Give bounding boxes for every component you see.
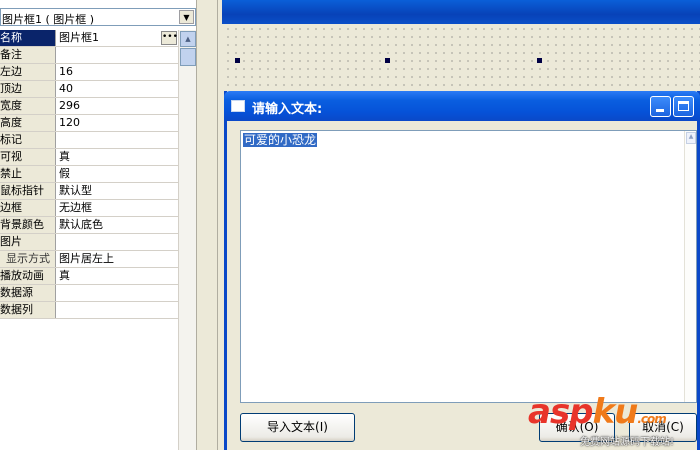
property-row-height[interactable]: 高度 120 (0, 115, 178, 132)
property-row-remark[interactable]: 备注 (0, 47, 178, 64)
property-scrollbar[interactable]: ▲ (178, 30, 196, 450)
property-value[interactable]: 真 (57, 268, 178, 284)
scroll-up-icon[interactable]: ▲ (686, 132, 696, 144)
property-panel: 图片框1 ( 图片框 ) ▼ 名称 图片框1 ••• 备注 左边 16 顶边 4… (0, 0, 196, 450)
property-value[interactable] (57, 47, 178, 63)
property-row-datacolumn[interactable]: 数据列 (0, 302, 178, 319)
property-grid: 名称 图片框1 ••• 备注 左边 16 顶边 40 宽度 296 高度 120… (0, 30, 178, 319)
property-row-left[interactable]: 左边 16 (0, 64, 178, 81)
object-selector-value: 图片框1 ( 图片框 ) (2, 13, 95, 26)
property-label: 高度 (0, 115, 56, 131)
property-row-border[interactable]: 边框 无边框 (0, 200, 178, 217)
property-row-tag[interactable]: 标记 (0, 132, 178, 149)
watermark-logo: aspku.com (528, 392, 667, 439)
watermark-logo-part: asp (528, 392, 594, 432)
property-label: 数据列 (0, 302, 56, 318)
selection-handle[interactable] (537, 58, 542, 63)
property-value[interactable]: 16 (57, 64, 178, 80)
property-label: 播放动画 (0, 268, 56, 284)
textarea-scrollbar[interactable]: ▲ (684, 131, 696, 402)
property-row-cursor[interactable]: 鼠标指针 默认型 (0, 183, 178, 200)
property-row-name[interactable]: 名称 图片框1 ••• (0, 30, 178, 47)
property-row-visible[interactable]: 可视 真 (0, 149, 178, 166)
property-value[interactable]: 图片居左上 (57, 251, 178, 267)
dialog-titlebar[interactable]: 请输入文本: (224, 91, 700, 121)
property-row-datasource[interactable]: 数据源 (0, 285, 178, 302)
property-value[interactable] (57, 285, 178, 301)
scrollbar-thumb[interactable] (180, 48, 196, 66)
property-value[interactable] (57, 234, 178, 250)
scroll-up-icon[interactable]: ▲ (180, 31, 196, 47)
dialog-title: 请输入文本: (252, 102, 323, 117)
property-value[interactable]: 真 (57, 149, 178, 165)
window-icon (231, 100, 245, 112)
property-label: 标记 (0, 132, 56, 148)
minimize-button[interactable] (650, 96, 671, 117)
watermark-subtitle: 免费网站源码下载站! (580, 437, 675, 448)
selection-handle[interactable] (235, 58, 240, 63)
selected-text: 可爱的小恐龙 (243, 133, 318, 147)
property-row-width[interactable]: 宽度 296 (0, 98, 178, 115)
text-input-area[interactable]: 可爱的小恐龙 ▲ (240, 130, 697, 403)
property-value[interactable]: 40 (57, 81, 178, 97)
maximize-button[interactable] (673, 96, 694, 117)
property-value[interactable] (57, 302, 178, 318)
property-label: 鼠标指针 (0, 183, 56, 199)
property-row-bgcolor[interactable]: 背景颜色 默认底色 (0, 217, 178, 234)
form-titlebar (222, 0, 700, 24)
property-label: 备注 (0, 47, 56, 63)
import-text-button[interactable]: 导入文本(I) (240, 413, 355, 442)
chevron-down-icon[interactable]: ▼ (179, 10, 194, 24)
panel-splitter[interactable] (196, 0, 218, 450)
property-label: 禁止 (0, 166, 56, 182)
property-label: 左边 (0, 64, 56, 80)
minimize-icon (656, 109, 664, 112)
property-row-picture[interactable]: 图片 (0, 234, 178, 251)
property-label: 宽度 (0, 98, 56, 114)
property-value[interactable]: 图片框1 (57, 30, 178, 46)
object-selector-dropdown[interactable]: 图片框1 ( 图片框 ) ▼ (0, 8, 196, 26)
watermark-logo-suffix: .com (637, 412, 666, 426)
property-label: 图片 (0, 234, 56, 250)
watermark-logo-part: ku (592, 392, 639, 432)
property-label: 数据源 (0, 285, 56, 301)
site-watermark: aspku.com 免费网站源码下载站! (528, 392, 700, 450)
maximize-icon (678, 101, 689, 111)
property-label: 可视 (0, 149, 56, 165)
property-label: 背景颜色 (0, 217, 56, 233)
property-value[interactable]: 120 (57, 115, 178, 131)
selection-handle[interactable] (385, 58, 390, 63)
property-value[interactable]: 默认底色 (57, 217, 178, 233)
ellipsis-button[interactable]: ••• (161, 31, 178, 45)
property-row-disabled[interactable]: 禁止 假 (0, 166, 178, 183)
property-value[interactable] (57, 132, 178, 148)
property-row-top[interactable]: 顶边 40 (0, 81, 178, 98)
property-label: 边框 (0, 200, 56, 216)
property-label: 显示方式 (0, 251, 56, 267)
property-label: 顶边 (0, 81, 56, 97)
property-label: 名称 (0, 30, 56, 46)
property-row-animation[interactable]: 播放动画 真 (0, 268, 178, 285)
property-value[interactable]: 296 (57, 98, 178, 114)
property-value[interactable]: 默认型 (57, 183, 178, 199)
property-value[interactable]: 无边框 (57, 200, 178, 216)
property-row-display-mode[interactable]: 显示方式 图片居左上 (0, 251, 178, 268)
property-value[interactable]: 假 (57, 166, 178, 182)
